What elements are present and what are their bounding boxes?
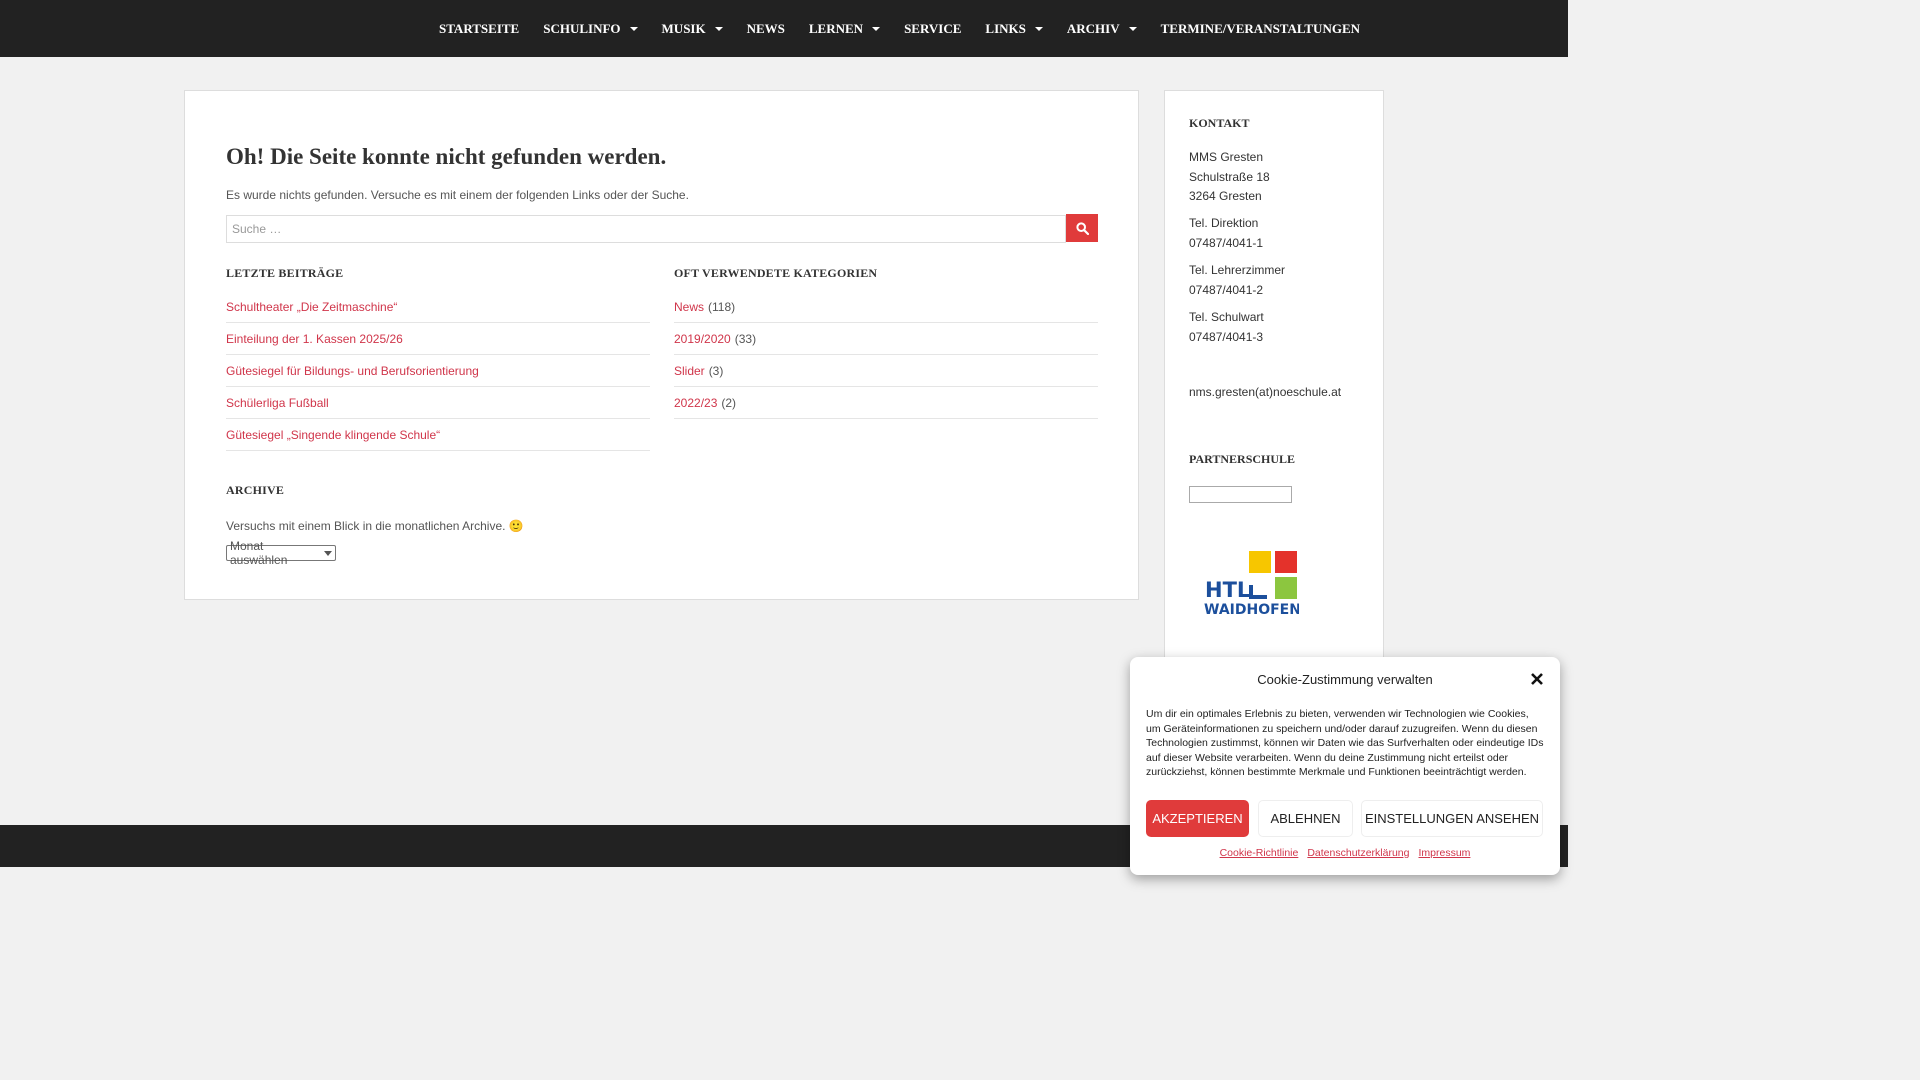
contact-title: KONTAKT [1189,116,1250,130]
phone-direktion: Tel. Direktion 07487/4041-1 [1189,214,1263,253]
phone-schulwart: Tel. Schulwart 07487/4041-3 [1189,308,1264,347]
cookie-consent-dialog: Cookie-Zustimmung verwalten Um dir ein o… [1130,657,1560,875]
category-count: (33) [734,331,757,346]
archive-title: ARCHIVE [226,483,285,497]
phone-number: 07487/4041-1 [1189,235,1264,250]
cookie-dialog-text: Um dir ein optimales Erlebnis zu bieten,… [1146,708,1544,779]
address-line: Schulstraße 18 [1189,169,1270,184]
list-item: News (118) [674,291,1098,323]
chevron-down-icon [324,550,332,556]
list-item: Einteilung der 1. Kassen 2025/26 [226,323,650,355]
not-found-message: Es wurde nichts gefunden. Versuche es mi… [226,188,689,202]
caret-down-icon [629,26,638,31]
nav-item-news[interactable]: NEWS [735,0,797,57]
recent-post-link[interactable]: Gütesiegel für Bildungs- und Berufsorien… [226,364,479,378]
category-link[interactable]: 2019/2020 [674,332,731,346]
contact-address: MMS Gresten Schulstraße 18 3264 Gresten [1189,148,1270,207]
recent-post-link[interactable]: Schultheater „Die Zeitmaschine“ [226,300,397,314]
recent-post-link[interactable]: Gütesiegel „Singende klingende Schule“ [226,428,440,442]
list-item: 2019/2020 (33) [674,323,1098,355]
nav-item-service[interactable]: SERVICE [892,0,973,57]
phone-label: Tel. Direktion [1189,216,1259,230]
nav-item-schulinfo[interactable]: SCHULINFO [531,0,649,57]
category-count: (3) [708,363,724,378]
accept-cookies-button[interactable]: AKZEPTIEREN [1146,800,1249,837]
phone-label: Tel. Schulwart [1189,310,1264,324]
top-navigation-bar: STARTSEITE SCHULINFO MUSIK NEWS LERNEN S… [0,0,1568,57]
archive-month-select[interactable]: Monat auswählen [226,539,336,567]
recent-posts-title: LETZTE BEITRÄGE [226,266,344,280]
privacy-policy-link[interactable]: Datenschutzerklärung [1307,847,1409,859]
caret-down-icon [1034,26,1043,31]
contact-email: nms.gresten(at)noeschule.at [1189,385,1342,399]
nav-item-termine[interactable]: TERMINE/VERANSTALTUNGEN [1149,0,1372,57]
search-icon [1075,221,1089,235]
htl-logo-subtext: WAIDHOFEN [1204,602,1299,617]
phone-number: 07487/4041-2 [1189,282,1264,297]
categories-list: News (118) 2019/2020 (33) Slider (3) 2022/2… [674,291,1098,419]
recent-post-link[interactable]: Einteilung der 1. Kassen 2025/26 [226,332,403,346]
page-title: Oh! Die Seite konnte nicht gefunden werd… [226,144,667,169]
phone-number: 07487/4041-3 [1189,329,1264,344]
category-link[interactable]: Slider [674,364,705,378]
list-item: Gütesiegel für Bildungs- und Berufsorien… [226,355,650,387]
category-link[interactable]: News [674,300,704,314]
category-count: (2) [721,395,737,410]
recent-post-link[interactable]: Schülerliga Fußball [226,396,329,410]
caret-down-icon [1128,26,1137,31]
nav-item-links[interactable]: LINKS [973,0,1054,57]
sidebar: KONTAKT MMS Gresten Schulstraße 18 3264 … [1164,90,1384,690]
search-button[interactable] [1066,214,1098,242]
address-line: MMS Gresten [1189,150,1264,164]
category-count: (118) [708,299,736,314]
main-content: Oh! Die Seite konnte nicht gefunden werd… [184,90,1139,600]
cookie-dialog-links: Cookie-Richtlinie Datenschutzerklärung I… [1130,847,1560,859]
imprint-link[interactable]: Impressum [1418,847,1470,859]
archive-description: Versuchs mit einem Blick in die monatlic… [226,519,524,533]
cookie-dialog-title: Cookie-Zustimmung verwalten [1257,672,1433,687]
partner-school-image[interactable] [1189,486,1292,503]
nav-item-archiv[interactable]: ARCHIV [1055,0,1149,57]
caret-down-icon [872,26,881,31]
list-item: Gütesiegel „Singende klingende Schule“ [226,419,650,451]
list-item: Schultheater „Die Zeitmaschine“ [226,291,650,323]
category-link[interactable]: 2022/23 [674,396,717,410]
cookie-policy-link[interactable]: Cookie-Richtlinie [1220,847,1299,859]
nav-item-startseite[interactable]: STARTSEITE [427,0,531,57]
deny-cookies-button[interactable]: ABLEHNEN [1258,800,1353,837]
view-preferences-button[interactable]: EINSTELLUNGEN ANSEHEN [1361,800,1543,837]
nav-item-lernen[interactable]: LERNEN [797,0,892,57]
search-input[interactable] [226,215,1066,243]
list-item: Slider (3) [674,355,1098,387]
partner-title: PARTNERSCHULE [1189,452,1296,466]
archive-select-value: Monat auswählen [230,539,288,567]
htl-logo-text: HTL [1205,578,1250,602]
nav-item-musik[interactable]: MUSIK [650,0,735,57]
close-icon[interactable] [1530,672,1544,686]
recent-posts-list: Schultheater „Die Zeitmaschine“ Einteilu… [226,291,650,451]
main-menu: STARTSEITE SCHULINFO MUSIK NEWS LERNEN S… [427,0,1372,57]
htl-waidhofen-logo[interactable]: HTL WAIDHOFEN [1203,551,1299,617]
list-item: 2022/23 (2) [674,387,1098,419]
list-item: Schülerliga Fußball [226,387,650,419]
phone-label: Tel. Lehrerzimmer [1189,263,1286,277]
categories-title: OFT VERWENDETE KATEGORIEN [674,266,878,280]
phone-lehrerzimmer: Tel. Lehrerzimmer 07487/4041-2 [1189,261,1285,300]
caret-down-icon [714,26,723,31]
address-line: 3264 Gresten [1189,189,1262,203]
